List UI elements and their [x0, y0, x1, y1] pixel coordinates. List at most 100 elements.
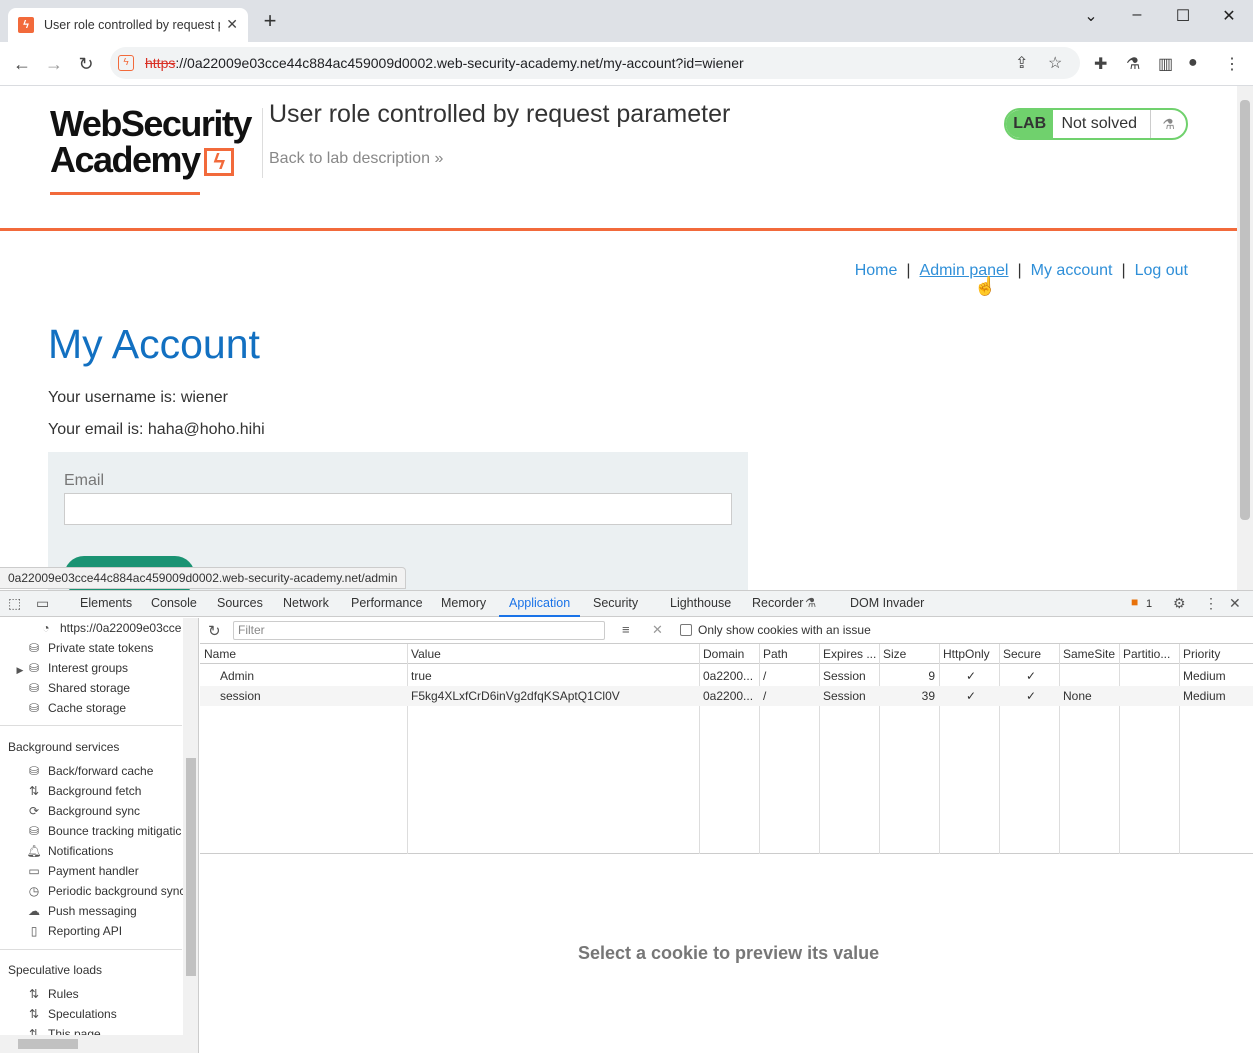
col-header-samesite[interactable]: SameSite	[1059, 644, 1119, 664]
cell-domain: 0a2200...	[703, 669, 754, 683]
sidebar-item-periodic-background-sync[interactable]: Periodic background sync	[48, 884, 183, 898]
cell-secure: ✓	[1025, 689, 1037, 703]
only-issues-label: Only show cookies with an issue	[698, 623, 871, 637]
tab-memory[interactable]: Memory	[441, 591, 486, 617]
more-options-icon[interactable]: ⋮	[1204, 595, 1218, 612]
home-link[interactable]: Home	[855, 262, 898, 279]
sidebar-item-background-fetch[interactable]: Background fetch	[48, 784, 183, 798]
delete-selected-icon[interactable]: ✕	[652, 622, 663, 638]
filter-input[interactable]: Filter	[233, 621, 605, 640]
col-header-secure[interactable]: Secure	[999, 644, 1059, 664]
sidebar-scrollbar[interactable]	[183, 618, 198, 1053]
sidebar-item-payment-handler[interactable]: Payment handler	[48, 864, 183, 878]
page-scrollbar[interactable]	[1237, 86, 1253, 590]
lab-label: LAB	[1006, 110, 1054, 138]
sidebar-item-reporting-api[interactable]: Reporting API	[48, 924, 183, 938]
sidebar-item-bounce-tracking[interactable]: Bounce tracking mitigatic	[48, 824, 183, 838]
tab-application[interactable]: Application	[499, 591, 581, 617]
col-header-path[interactable]: Path	[759, 644, 819, 664]
refresh-icon[interactable]: ↻	[208, 622, 221, 640]
sidebar-item-notifications[interactable]: Notifications	[48, 844, 183, 858]
menu-kebab-icon[interactable]: ⋮	[1224, 54, 1240, 74]
database-icon: ⛁	[28, 701, 40, 715]
col-header-value[interactable]: Value	[407, 644, 699, 664]
back-to-lab-description-link[interactable]: Back to lab description »	[269, 150, 443, 168]
my-account-link[interactable]: My account	[1031, 262, 1113, 279]
sidebar-item-back-forward-cache[interactable]: Back/forward cache	[48, 764, 183, 778]
email-label: Email	[64, 472, 105, 489]
email-input[interactable]	[64, 493, 732, 525]
only-issues-checkbox[interactable]	[680, 624, 692, 636]
address-bar[interactable]: ϟ https://0a22009e03cce44c884ac459009d00…	[110, 47, 1080, 79]
side-panel-icon[interactable]: ▥	[1158, 54, 1173, 74]
cell-secure: ✓	[1025, 669, 1037, 683]
sidebar-item-cache-storage[interactable]: Cache storage	[48, 701, 183, 715]
sidebar-item-speculations[interactable]: Speculations	[48, 1007, 183, 1021]
labs-flask-icon[interactable]: ⚗	[1126, 54, 1140, 74]
new-tab-button[interactable]: +	[258, 10, 282, 32]
close-window-button[interactable]: ✕	[1214, 6, 1244, 26]
link-status-bar: 0a22009e03cce44c884ac459009d0002.web-sec…	[0, 567, 407, 589]
minimize-button[interactable]: –	[1122, 6, 1152, 24]
page-title: My Account	[48, 321, 260, 367]
close-devtools-icon[interactable]: ✕	[1229, 595, 1241, 612]
sidebar-item-rules[interactable]: Rules	[48, 987, 183, 1001]
url-text[interactable]: https://0a22009e03cce44c884ac459009d0002…	[145, 55, 744, 71]
browser-tab[interactable]: ϟ User role controlled by request p ✕	[8, 8, 248, 42]
database-icon: ⛁	[28, 764, 40, 778]
site-info-icon[interactable]: ϟ	[118, 55, 134, 71]
sidebar-item-push-messaging[interactable]: Push messaging	[48, 904, 183, 918]
tab-network[interactable]: Network	[283, 591, 329, 617]
reload-icon[interactable]: ↻	[73, 51, 99, 77]
profile-avatar-icon[interactable]: ●	[1188, 54, 1198, 72]
device-toolbar-icon[interactable]: ▭	[36, 595, 49, 612]
top-navigation: Home | Admin panel | My account | Log out	[854, 262, 1188, 279]
settings-gear-icon[interactable]: ⚙	[1173, 595, 1186, 612]
expand-triangle-icon[interactable]: ▶	[12, 665, 28, 676]
maximize-button[interactable]: ☐	[1168, 6, 1198, 26]
up-down-arrows-icon: ⇅	[28, 987, 40, 1001]
sidebar-item-origin[interactable]: https://0a22009e03cce	[60, 621, 182, 635]
web-security-academy-logo[interactable]: WebSecurity Academy ϟ	[50, 106, 252, 195]
tab-security[interactable]: Security	[593, 591, 638, 617]
tab-dom-invader[interactable]: DOM Invader	[850, 591, 924, 617]
tab-recorder[interactable]: Recorder	[752, 591, 803, 617]
database-icon: ⛁	[28, 661, 40, 675]
issues-icon[interactable]: ■	[1131, 595, 1138, 609]
col-header-name[interactable]: Name	[200, 644, 407, 664]
inspect-element-icon[interactable]: ⬚	[8, 595, 21, 612]
tab-sources[interactable]: Sources	[217, 591, 263, 617]
issues-count[interactable]: 1	[1146, 592, 1152, 618]
up-down-arrows-icon: ⇅	[28, 1007, 40, 1021]
cell-size: 9	[928, 669, 935, 683]
cloud-icon: ☁	[28, 904, 40, 918]
col-header-expires[interactable]: Expires ...	[819, 644, 879, 664]
clear-filtered-icon[interactable]: ≡	[622, 622, 630, 637]
share-icon[interactable]: ⇪	[1015, 53, 1028, 73]
sidebar-horizontal-scrollbar[interactable]	[0, 1035, 183, 1053]
extensions-icon[interactable]: ✚	[1094, 54, 1107, 74]
tab-performance[interactable]: Performance	[351, 591, 423, 617]
flask-icon: ⚗	[1150, 110, 1186, 138]
col-header-domain[interactable]: Domain	[699, 644, 759, 664]
tab-search-icon[interactable]: ⌄	[1076, 6, 1106, 26]
close-tab-icon[interactable]: ✕	[226, 16, 238, 33]
hand-cursor-icon: ☝	[974, 276, 997, 296]
col-header-priority[interactable]: Priority	[1179, 644, 1253, 664]
sidebar-item-background-sync[interactable]: Background sync	[48, 804, 183, 818]
tab-lighthouse[interactable]: Lighthouse	[670, 591, 731, 617]
tab-console[interactable]: Console	[151, 591, 197, 617]
log-out-link[interactable]: Log out	[1135, 262, 1188, 279]
sidebar-item-interest-groups[interactable]: Interest groups	[48, 661, 183, 675]
sidebar-item-shared-storage[interactable]: Shared storage	[48, 681, 183, 695]
back-arrow-icon[interactable]: ←	[9, 51, 35, 77]
cell-expires: Session	[823, 689, 866, 703]
tab-elements[interactable]: Elements	[80, 591, 132, 617]
forward-arrow-icon[interactable]: →	[41, 51, 67, 77]
logo-bolt-icon: ϟ	[203, 148, 234, 177]
sidebar-item-private-state-tokens[interactable]: Private state tokens	[48, 641, 183, 655]
col-header-partition[interactable]: Partitio...	[1119, 644, 1179, 664]
col-header-size[interactable]: Size	[879, 644, 939, 664]
col-header-httponly[interactable]: HttpOnly	[939, 644, 999, 664]
bookmark-star-icon[interactable]: ☆	[1048, 53, 1062, 73]
